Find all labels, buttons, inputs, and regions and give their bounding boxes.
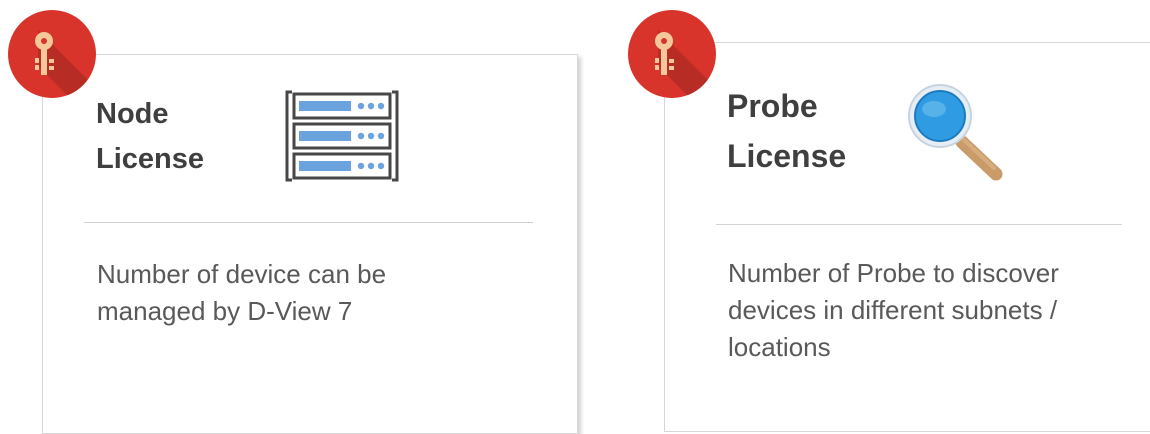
magnifier-icon — [906, 84, 1010, 184]
server-rack-icon — [284, 88, 400, 184]
probe-license-description: Number of Probe to discover devices in d… — [728, 258, 1059, 362]
node-title-line-1: Node — [96, 98, 169, 130]
node-title-line-2: License — [96, 142, 204, 175]
node-license-title: Node License — [96, 92, 204, 182]
probe-title-line-2: License — [727, 137, 847, 174]
probe-title-line-1: Probe — [727, 88, 818, 124]
node-license-description: Number of device can be managed by D-Vie… — [97, 259, 387, 326]
key-icon — [8, 10, 96, 98]
probe-license-title: Probe License — [727, 82, 846, 181]
probe-divider — [716, 224, 1122, 225]
node-divider — [84, 222, 533, 223]
key-icon — [628, 10, 716, 98]
